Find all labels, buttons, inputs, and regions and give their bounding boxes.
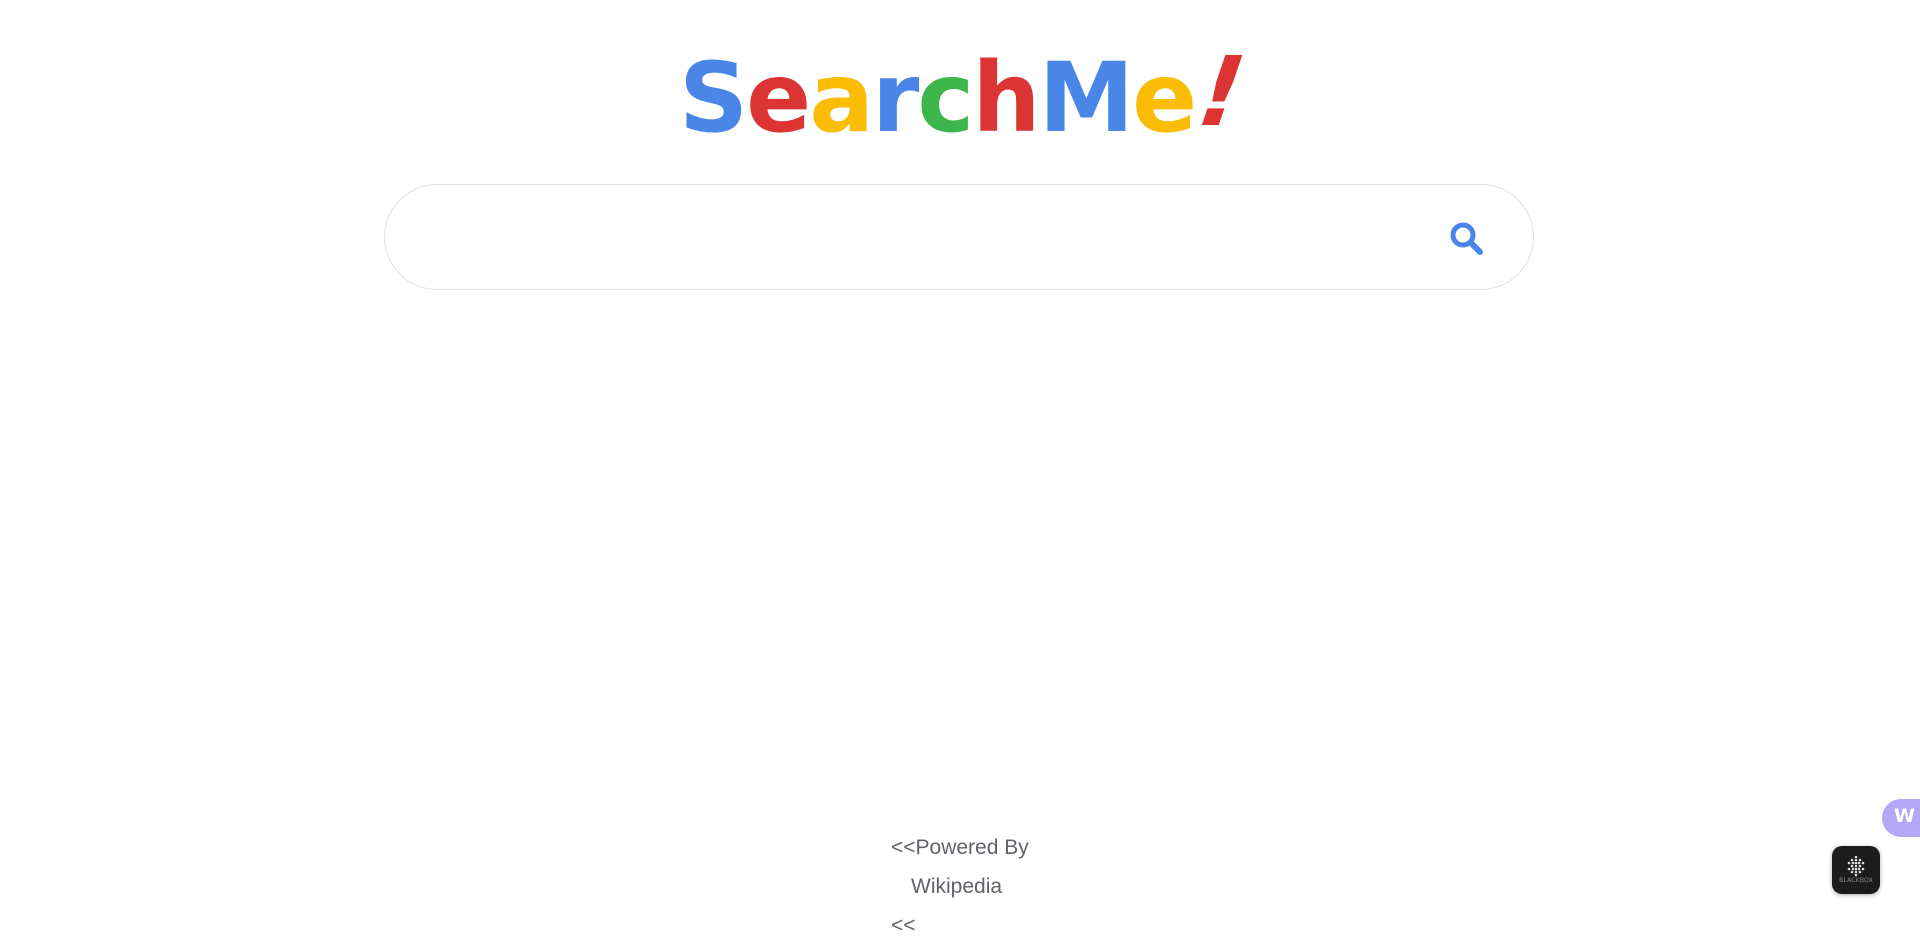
- logo-letter: M: [1038, 42, 1135, 154]
- logo-letter: a: [809, 42, 874, 154]
- extension-w-icon: W: [1894, 805, 1915, 827]
- logo-letter: h: [972, 42, 1040, 154]
- logo-letter: c: [917, 42, 974, 154]
- footer-chevrons: <<: [891, 914, 916, 937]
- blackbox-widget-button[interactable]: BLACKBOX: [1832, 846, 1880, 894]
- extension-side-tab[interactable]: W: [1882, 799, 1920, 837]
- wikipedia-link[interactable]: Wikipedia: [911, 875, 1002, 899]
- blackbox-label: BLACKBOX: [1839, 877, 1873, 884]
- page: SearchMe! <<Powered By Wikipedia << W BL…: [0, 0, 1920, 942]
- search-icon: [1450, 222, 1483, 255]
- logo-letter: S: [678, 42, 748, 154]
- logo-letter: e: [746, 42, 811, 154]
- logo-letter: !: [1192, 36, 1250, 148]
- powered-by-text: <<Powered By: [891, 836, 1029, 859]
- logo-letter: r: [872, 42, 919, 154]
- logo: SearchMe!: [0, 36, 1920, 154]
- logo-letter: e: [1132, 42, 1197, 154]
- search-bar: [384, 184, 1534, 291]
- search-button[interactable]: [1447, 219, 1487, 259]
- search-input[interactable]: [425, 185, 1429, 291]
- dot-grid-icon: [1847, 855, 1865, 877]
